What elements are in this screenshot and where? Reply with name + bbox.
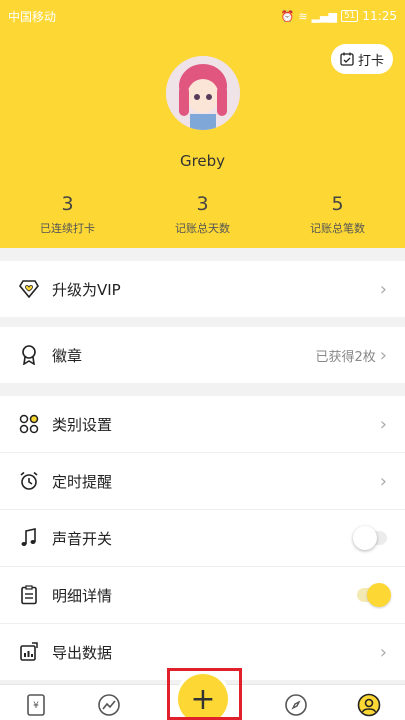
clipboard-icon (18, 584, 40, 606)
checkin-button[interactable]: 打卡 (331, 44, 393, 74)
badges-count: 已获得2枚 (315, 349, 376, 365)
toggle-knob (367, 583, 391, 607)
menu-item-label: 导出数据 (52, 643, 113, 662)
status-bar: 中国移动 ⏰ ≋ ▂▄▆ 51 11:25 (0, 0, 405, 32)
chevron-right-icon: › (379, 278, 387, 300)
menu-item-sound: 声音开关 (0, 510, 405, 566)
username: Greby (179, 152, 226, 170)
menu-item-label: 定时提醒 (52, 472, 113, 491)
stat-label: 记账总天数 (175, 222, 230, 235)
stats-row: 3 已连续打卡 3 记账总天数 5 记账总笔数 (0, 192, 405, 236)
menu-item-reminder[interactable]: 定时提醒 › (0, 453, 405, 509)
stat-label: 记账总笔数 (310, 222, 365, 235)
menu-item-label: 类别设置 (52, 415, 113, 434)
user-icon (357, 693, 381, 717)
menu-item-label: 徽章 (52, 346, 83, 365)
checkin-label: 打卡 (357, 53, 384, 69)
calendar-check-icon (340, 52, 354, 66)
svg-text:¥: ¥ (33, 701, 39, 711)
alarm-clock-icon (18, 470, 40, 492)
menu-item-vip[interactable]: 升级为VIP › (0, 261, 405, 317)
chevron-right-icon: › (379, 470, 387, 492)
menu-item-label: 声音开关 (52, 529, 113, 548)
menu-item-details: 明细详情 (0, 567, 405, 623)
toggle-knob (353, 526, 377, 550)
menu-item-badges[interactable]: 徽章 已获得2枚 › (0, 327, 405, 383)
stat-value: 3 (61, 193, 74, 215)
stat-total-days: 3 记账总天数 (135, 192, 270, 236)
clock: 11:25 (362, 9, 397, 23)
tab-discover[interactable] (282, 691, 310, 719)
medal-icon (18, 344, 40, 366)
menu-item-label: 升级为VIP (52, 280, 121, 299)
alarm-icon: ⏰ (280, 9, 295, 23)
highlight-box (167, 668, 242, 720)
carrier-label: 中国移动 (8, 9, 57, 24)
export-chart-icon (18, 641, 40, 663)
avatar-image (166, 56, 240, 130)
music-note-icon (18, 527, 40, 549)
details-toggle[interactable] (357, 583, 391, 607)
category-grid-icon (18, 413, 40, 435)
tab-me[interactable] (355, 691, 383, 719)
wifi-icon: ≋ (298, 9, 308, 23)
sound-toggle[interactable] (353, 526, 387, 550)
avatar[interactable] (166, 56, 240, 130)
chart-icon (98, 694, 120, 716)
stat-streak: 3 已连续打卡 (0, 192, 135, 236)
status-icons: ⏰ ≋ ▂▄▆ 51 11:25 (281, 9, 397, 23)
chevron-right-icon: › (379, 413, 387, 435)
menu-item-category-settings[interactable]: 类别设置 › (0, 396, 405, 452)
stat-label: 已连续打卡 (40, 222, 95, 235)
stat-value: 5 (331, 193, 344, 215)
battery-icon: 51 (340, 10, 359, 22)
stat-total-entries: 5 记账总笔数 (270, 192, 405, 236)
tab-charts[interactable] (95, 691, 123, 719)
chevron-right-icon: › (379, 641, 387, 663)
chevron-right-icon: › (379, 344, 387, 366)
tab-ledger[interactable]: ¥ (22, 691, 50, 719)
stat-value: 3 (196, 193, 209, 215)
diamond-heart-icon (18, 278, 40, 300)
compass-icon (285, 694, 307, 716)
signal-icon: ▂▄▆ (311, 9, 337, 23)
ledger-icon: ¥ (27, 694, 45, 716)
menu-item-label: 明细详情 (52, 586, 113, 605)
